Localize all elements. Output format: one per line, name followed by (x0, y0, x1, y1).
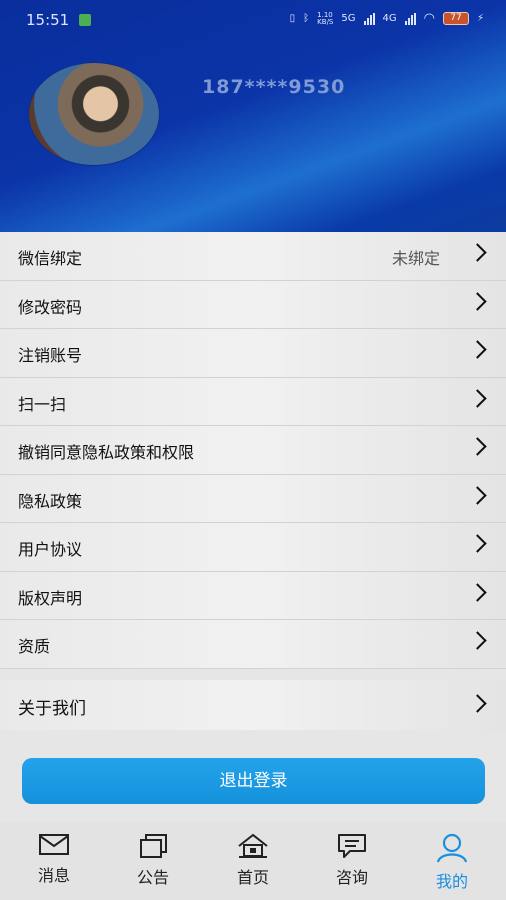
menu-item-wechat-binding[interactable]: 微信绑定 未绑定 (0, 232, 506, 281)
tab-consult[interactable]: 咨询 (312, 832, 392, 888)
network-5g: 5G (341, 13, 356, 24)
notification-app-icon (79, 14, 91, 26)
menu-item-scan[interactable]: 扫一扫 (0, 377, 506, 426)
chevron-right-icon (468, 388, 487, 408)
menu-item-label: 修改密码 (18, 297, 83, 317)
charging-icon: ⚡ (476, 13, 484, 24)
tab-label: 公告 (136, 868, 169, 887)
bottom-tab-bar: 消息 公告 首页 咨询 我的 (0, 822, 506, 900)
menu-item-label: 撤销同意隐私政策和权限 (18, 443, 195, 462)
user-icon (436, 833, 468, 863)
signal-icon (363, 12, 375, 25)
chat-icon (338, 834, 366, 858)
network-speed: 1.10 KB/S (317, 10, 334, 26)
tab-label: 咨询 (335, 868, 368, 887)
chevron-right-icon (468, 534, 487, 553)
tab-home[interactable]: 首页 (213, 832, 293, 888)
menu-item-label: 关于我们 (18, 699, 86, 719)
chevron-right-icon (468, 437, 487, 456)
menu-item-label: 隐私政策 (18, 491, 83, 511)
chevron-right-icon (468, 582, 487, 602)
menu-item-qualification[interactable]: 资质 (0, 620, 506, 669)
menu-item-label: 用户协议 (18, 540, 83, 559)
chevron-right-icon (468, 291, 487, 311)
status-time: 15:51 (26, 11, 70, 29)
menu-item-privacy-policy[interactable]: 隐私政策 (0, 474, 506, 523)
menu-item-delete-account[interactable]: 注销账号 (0, 329, 506, 378)
menu-item-label: 扫一扫 (18, 394, 67, 414)
tab-label: 首页 (236, 868, 269, 887)
menu-item-copyright[interactable]: 版权声明 (0, 571, 506, 620)
home-icon (238, 833, 268, 858)
status-icons: ▯ ᛒ 1.10 KB/S 5G 4G ◠ 77 ⚡ (290, 11, 484, 26)
chevron-right-icon (468, 340, 487, 359)
tab-notices[interactable]: 公告 (113, 832, 193, 888)
mail-icon (39, 834, 69, 855)
chevron-right-icon (468, 631, 487, 650)
menu-item-user-agreement[interactable]: 用户协议 (0, 523, 506, 572)
chevron-right-icon (468, 694, 487, 713)
tab-label: 我的 (435, 872, 468, 891)
logout-button[interactable]: 退出登录 (22, 758, 485, 804)
tab-label: 消息 (37, 866, 70, 885)
tab-mine[interactable]: 我的 (412, 832, 492, 892)
tab-messages[interactable]: 消息 (14, 832, 94, 886)
chevron-right-icon (468, 485, 487, 505)
avatar[interactable] (28, 62, 160, 166)
wifi-icon: ◠ (423, 11, 435, 26)
menu-item-about-us[interactable]: 关于我们 (0, 680, 506, 730)
settings-menu: 微信绑定 未绑定 修改密码 注销账号 扫一扫 撤销同意隐私政策和权限 隐私政策 … (0, 232, 506, 669)
menu-item-value: 未绑定 (391, 249, 440, 268)
menu-item-label: 注销账号 (18, 346, 83, 365)
bluetooth-icon: ᛒ (303, 13, 310, 24)
network-4g: 4G (382, 13, 397, 24)
menu-item-revoke-privacy-consent[interactable]: 撤销同意隐私政策和权限 (0, 426, 506, 475)
menu-item-label: 资质 (18, 637, 51, 656)
phone-number: 187****9530 (202, 76, 346, 98)
menu-item-change-password[interactable]: 修改密码 (0, 280, 506, 329)
signal-icon-2 (404, 12, 416, 25)
battery-icon: 77 (442, 12, 469, 25)
chevron-right-icon (468, 243, 487, 262)
status-bar: 15:51 ▯ ᛒ 1.10 KB/S 5G 4G ◠ 77 ⚡ (0, 0, 506, 40)
profile-header: 15:51 ▯ ᛒ 1.10 KB/S 5G 4G ◠ 77 ⚡ 187****… (0, 0, 506, 232)
vibrate-icon: ▯ (289, 13, 296, 24)
menu-item-label: 微信绑定 (18, 249, 83, 268)
menu-item-label: 版权声明 (18, 588, 83, 608)
notice-icon (140, 834, 167, 858)
